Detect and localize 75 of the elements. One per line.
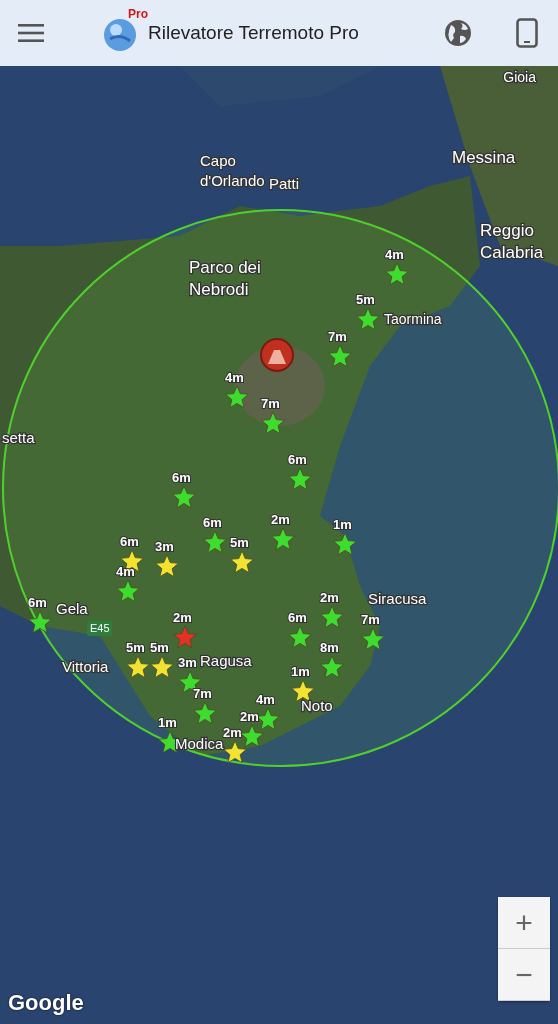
road-shield: E45 (87, 621, 112, 636)
earthquake-star-icon[interactable] (28, 610, 52, 634)
marker-time-label: 7m (261, 396, 280, 411)
zoom-out-button[interactable]: − (498, 949, 550, 1001)
earthquake-star-icon[interactable] (320, 655, 344, 679)
earthquake-star-icon[interactable] (150, 655, 174, 679)
earthquake-star-icon[interactable] (328, 344, 352, 368)
earthquake-star-icon[interactable] (116, 579, 140, 603)
earthquake-star-icon[interactable] (193, 701, 217, 725)
marker-time-label: 2m (223, 725, 242, 740)
earthquake-star-icon[interactable] (333, 532, 357, 556)
place-label: Siracusa (368, 590, 427, 607)
earthquake-star-icon[interactable] (225, 385, 249, 409)
marker-time-label: 2m (173, 610, 192, 625)
earthquake-star-icon[interactable] (256, 707, 280, 731)
place-label: Patti (269, 175, 299, 192)
place-label: Modica (175, 735, 224, 752)
earthquake-star-icon[interactable] (203, 530, 227, 554)
place-label: Messina (452, 148, 516, 167)
earthquake-star-icon[interactable] (288, 625, 312, 649)
marker-time-label: 5m (230, 535, 249, 550)
marker-time-label: 5m (150, 640, 169, 655)
earthquake-star-icon[interactable] (240, 724, 264, 748)
marker-time-label: 6m (172, 470, 191, 485)
earthquake-star-icon[interactable] (126, 655, 150, 679)
place-label: Capo d'Orlando (200, 152, 265, 189)
place-label: Noto (301, 697, 333, 714)
place-label: Reggio Calabria (480, 221, 544, 263)
place-label: setta (2, 429, 35, 446)
marker-time-label: 6m (288, 610, 307, 625)
app-title: Rilevatore Terremoto Pro (148, 22, 360, 44)
marker-time-label: 4m (256, 692, 275, 707)
marker-time-label: 2m (240, 709, 259, 724)
zoom-in-button[interactable]: + (498, 897, 550, 949)
marker-time-label: 7m (328, 329, 347, 344)
place-label: Parco dei Nebrodi (189, 258, 261, 300)
marker-time-label: 6m (203, 515, 222, 530)
earthquake-star-icon[interactable] (155, 554, 179, 578)
earthquake-star-icon[interactable] (385, 262, 409, 286)
earthquake-star-icon[interactable] (361, 627, 385, 651)
marker-time-label: 3m (155, 539, 174, 554)
marker-time-label: 4m (225, 370, 244, 385)
marker-time-label: 7m (193, 686, 212, 701)
earthquake-star-icon[interactable] (261, 411, 285, 435)
volcano-icon (260, 338, 294, 372)
marker-time-label: 2m (271, 512, 290, 527)
marker-time-label: 7m (361, 612, 380, 627)
marker-time-label: 4m (385, 247, 404, 262)
marker-time-label: 5m (126, 640, 145, 655)
marker-time-label: 6m (120, 534, 139, 549)
earthquake-star-icon[interactable] (271, 527, 295, 551)
google-logo: Google (8, 990, 84, 1016)
earthquake-star-icon[interactable] (172, 485, 196, 509)
marker-time-label: 1m (333, 517, 352, 532)
earthquake-star-icon[interactable] (356, 307, 380, 331)
marker-time-label: 3m (178, 655, 197, 670)
marker-time-label: 4m (116, 564, 135, 579)
earthquake-star-icon[interactable] (291, 679, 315, 703)
marker-time-label: 5m (356, 292, 375, 307)
place-label: Taormina (384, 311, 442, 327)
earthquake-star-icon[interactable] (230, 550, 254, 574)
marker-time-label: 1m (291, 664, 310, 679)
earthquake-star-icon[interactable] (320, 605, 344, 629)
marker-time-label: 2m (320, 590, 339, 605)
place-label: Gioia (503, 69, 536, 85)
marker-time-label: 6m (288, 452, 307, 467)
place-label: Gela (56, 600, 88, 617)
earthquake-star-icon[interactable] (173, 625, 197, 649)
place-label: Ragusa (200, 652, 252, 669)
pro-label: Pro (128, 7, 148, 21)
marker-time-label: 1m (158, 715, 177, 730)
earthquake-star-icon[interactable] (288, 467, 312, 491)
marker-time-label: 8m (320, 640, 339, 655)
marker-time-label: 6m (28, 595, 47, 610)
earthquake-star-icon[interactable] (223, 740, 247, 764)
